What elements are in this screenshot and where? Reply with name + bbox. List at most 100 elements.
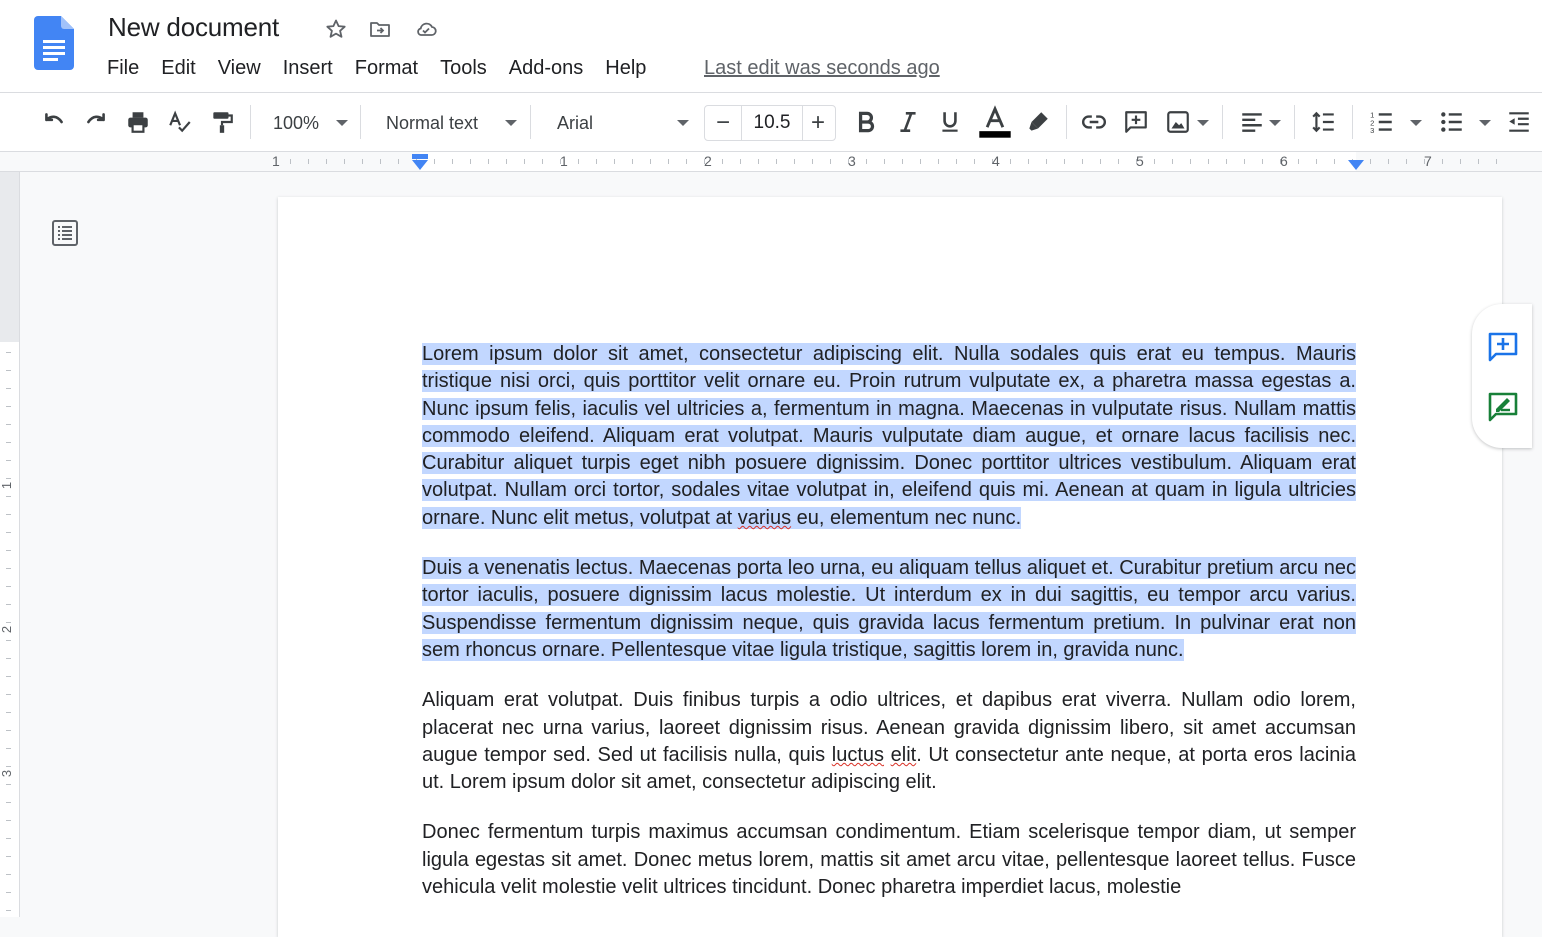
- misspelled-word[interactable]: varius: [738, 507, 791, 529]
- bulleted-list-caret-icon[interactable]: [1479, 120, 1491, 126]
- decrease-indent-button[interactable]: [1505, 108, 1533, 136]
- paragraph-2[interactable]: Duis a venenatis lectus. Maecenas porta …: [422, 555, 1356, 664]
- insert-comment-button[interactable]: [1122, 108, 1150, 136]
- ruler-tick: [740, 159, 741, 164]
- font-caret-icon[interactable]: [677, 120, 689, 126]
- paragraph-style-select[interactable]: Normal text: [386, 111, 478, 135]
- ruler-tick: [488, 159, 489, 164]
- numbered-list-button[interactable]: 123: [1368, 108, 1396, 136]
- align-caret-icon[interactable]: [1269, 120, 1281, 126]
- insert-image-button[interactable]: [1164, 108, 1192, 136]
- last-edit-link[interactable]: Last edit was seconds ago: [704, 55, 940, 81]
- ruler-label: 3: [848, 153, 856, 169]
- menu-tools[interactable]: Tools: [429, 55, 498, 81]
- numbered-list-caret-icon[interactable]: [1410, 120, 1422, 126]
- ruler-tick: [1406, 159, 1407, 164]
- italic-button[interactable]: [894, 108, 922, 136]
- vertical-ruler-tick: [6, 550, 11, 551]
- toolbar-separator: [1066, 105, 1067, 139]
- toolbar-separator: [1222, 105, 1223, 139]
- vertical-ruler-tick: [6, 424, 11, 425]
- print-button[interactable]: [124, 108, 152, 136]
- paragraph-1[interactable]: Lorem ipsum dolor sit amet, consectetur …: [422, 341, 1356, 532]
- ruler-tick: [1046, 159, 1047, 164]
- right-indent-marker-icon[interactable]: [1346, 159, 1366, 171]
- ruler-tick: [668, 159, 669, 164]
- ruler-tick: [956, 159, 957, 164]
- font-select[interactable]: Arial: [557, 111, 593, 135]
- left-indent-marker-icon[interactable]: [410, 153, 430, 171]
- vertical-ruler-tick: [6, 406, 11, 407]
- insert-link-button[interactable]: [1080, 108, 1108, 136]
- menu-insert[interactable]: Insert: [272, 55, 344, 81]
- toolbar-separator: [530, 105, 531, 139]
- paragraph-text: Lorem ipsum dolor sit amet, consectetur …: [422, 343, 1356, 529]
- suggest-edits-icon[interactable]: [1486, 390, 1520, 424]
- ruler-tick: [326, 159, 327, 164]
- style-caret-icon[interactable]: [505, 120, 517, 126]
- ruler-tick: [938, 159, 939, 164]
- highlighter-icon: [1029, 112, 1048, 131]
- spellcheck-button[interactable]: [166, 108, 194, 136]
- ruler-tick: [524, 159, 525, 164]
- menu-edit[interactable]: Edit: [150, 55, 206, 81]
- document-outline-icon[interactable]: [50, 218, 80, 248]
- vertical-ruler-margin: [0, 172, 19, 342]
- selected-text: Duis a venenatis lectus. Maecenas porta …: [422, 557, 1356, 661]
- vertical-ruler-tick: [6, 784, 11, 785]
- ruler-label: 5: [1136, 153, 1144, 169]
- vertical-ruler[interactable]: 1 2 3: [0, 172, 20, 917]
- menu-addons[interactable]: Add-ons: [498, 55, 595, 81]
- paragraph-3[interactable]: Aliquam erat volutpat. Duis finibus turp…: [422, 687, 1356, 796]
- redo-button[interactable]: [82, 108, 110, 136]
- star-icon[interactable]: [324, 17, 348, 41]
- menu-view[interactable]: View: [207, 55, 272, 81]
- ruler-tick: [506, 159, 507, 164]
- zoom-caret-icon[interactable]: [336, 120, 348, 126]
- document-page[interactable]: Lorem ipsum dolor sit amet, consectetur …: [278, 197, 1502, 937]
- vertical-ruler-tick: [6, 802, 11, 803]
- ruler-tick: [1496, 159, 1497, 164]
- docs-header: New document File Edit View Insert Forma…: [0, 0, 1542, 92]
- ruler-tick: [578, 159, 579, 164]
- vertical-ruler-tick: [6, 568, 11, 569]
- ruler-tick: [1298, 159, 1299, 164]
- document-body[interactable]: Lorem ipsum dolor sit amet, consectetur …: [422, 341, 1356, 924]
- undo-icon: [45, 113, 63, 124]
- menu-help[interactable]: Help: [594, 55, 657, 81]
- decrease-font-size-button[interactable]: −: [705, 106, 741, 140]
- google-docs-logo-icon[interactable]: [34, 16, 74, 70]
- ruler-tick: [974, 159, 975, 164]
- font-size-input[interactable]: 10.5: [741, 106, 803, 140]
- ruler-tick: [1100, 159, 1101, 164]
- image-caret-icon[interactable]: [1197, 120, 1209, 126]
- misspelled-word[interactable]: elit: [891, 744, 917, 766]
- vertical-ruler-tick: [6, 730, 11, 731]
- horizontal-ruler[interactable]: 1 1 2 3 4 5 6 7: [0, 152, 1542, 172]
- highlight-color-button[interactable]: [1024, 108, 1052, 136]
- bulleted-list-button[interactable]: [1438, 108, 1466, 136]
- formatting-toolbar: 100% Normal text Arial − 10.5 + 1 2 3: [0, 92, 1542, 152]
- line-spacing-button[interactable]: [1310, 108, 1338, 136]
- ruler-tick: [1172, 159, 1173, 164]
- text-color-button[interactable]: [978, 105, 1012, 138]
- menu-format[interactable]: Format: [344, 55, 429, 81]
- align-button[interactable]: [1238, 108, 1266, 136]
- document-title[interactable]: New document: [108, 12, 279, 43]
- paragraph-text: eu, elementum nec nunc.: [791, 506, 1022, 529]
- zoom-select[interactable]: 100%: [273, 111, 319, 135]
- menu-file[interactable]: File: [96, 55, 150, 81]
- misspelled-word[interactable]: luctus: [832, 744, 884, 766]
- vertical-ruler-tick: [6, 856, 11, 857]
- add-comment-icon[interactable]: [1486, 330, 1520, 364]
- underline-button[interactable]: [936, 108, 964, 136]
- ruler-tick: [776, 159, 777, 164]
- bold-button[interactable]: [852, 108, 880, 136]
- paint-format-button[interactable]: [208, 108, 236, 136]
- increase-font-size-button[interactable]: +: [801, 106, 835, 140]
- bulleted-list-icon: [1441, 112, 1462, 132]
- undo-button[interactable]: [40, 108, 68, 136]
- paragraph-4[interactable]: Donec fermentum turpis maximus accumsan …: [422, 819, 1356, 901]
- move-to-folder-icon[interactable]: [368, 17, 392, 41]
- cloud-saved-icon[interactable]: [414, 17, 438, 41]
